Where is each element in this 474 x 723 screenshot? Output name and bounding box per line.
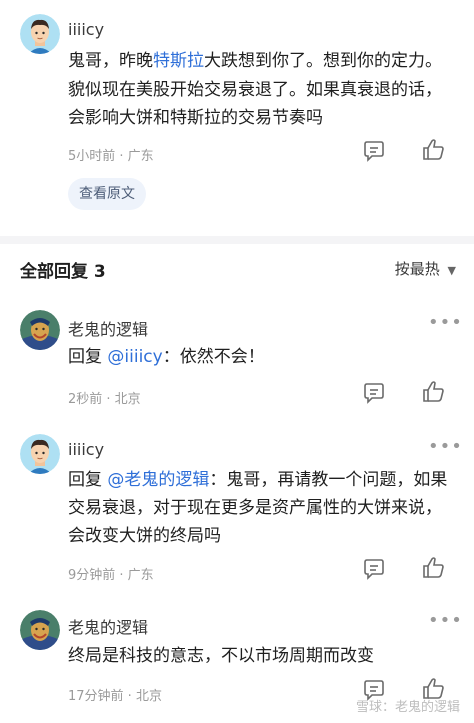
comment-author[interactable]: iiiicy [68,440,104,459]
mention-link[interactable]: @老鬼的逻辑 [107,470,209,490]
user-avatar-icon [20,310,60,350]
comment-text-line1: 回复 @老鬼的逻辑：鬼哥，再请教一个问题，如果 [68,466,447,494]
avatar[interactable] [20,310,60,350]
replies-title: 全部回复 3 [20,262,106,282]
more-options-icon[interactable]: ••• [428,436,463,457]
post-meta: 5小时前 · 广东 [68,149,154,164]
comment-body: 终局是科技的意志，不以市场周期而改变 [68,646,374,666]
post-text-line2: 貌似现在美股开始交易衰退了。如果真衰退的话， [68,80,442,100]
post-text-after: 大跌想到你了。想到你的定力。 [204,51,442,71]
comment-body: ：鬼哥，再请教一个问题，如果 [209,470,448,490]
mention-link[interactable]: @iiiicy [107,347,162,367]
comment-author[interactable]: 老鬼的逻辑 [68,316,148,340]
user-avatar-icon [20,610,60,650]
avatar[interactable] [20,610,60,650]
comment-icon[interactable] [362,382,386,406]
comment-icon[interactable] [362,140,386,164]
stock-link-tesla[interactable]: 特斯拉 [153,51,204,71]
avatar[interactable] [20,434,60,474]
view-original-button[interactable]: 查看原文 [68,178,146,210]
watermark: 雪球：老鬼的逻辑 [355,700,460,715]
more-options-icon[interactable]: ••• [428,312,463,333]
user-avatar-icon [20,14,60,54]
more-options-icon[interactable]: ••• [428,610,463,631]
like-icon[interactable] [422,556,446,580]
post-text-line3: 会影响大饼和特斯拉的交易节奏吗 [68,108,323,128]
post-author[interactable]: iiiicy [68,20,104,39]
like-icon[interactable] [422,138,446,162]
comment-body: ：依然不会！ [162,347,265,367]
user-avatar-icon [20,434,60,474]
comment-meta: 9分钟前 · 广东 [68,568,154,583]
reply-prefix: 回复 [68,347,108,367]
post-text-before: 鬼哥，昨晚 [68,51,153,71]
section-divider [0,236,474,244]
like-icon[interactable] [422,380,446,404]
comment-text: 回复 @iiiicy：依然不会！ [68,343,265,371]
comment-meta: 2秒前 · 北京 [68,392,141,407]
post-text-line1: 鬼哥，昨晚特斯拉大跌想到你了。想到你的定力。 [68,47,442,75]
reply-prefix: 回复 [68,470,108,490]
sort-label: 按最热 [394,260,440,278]
comment-text-line3: 会改变大饼的终局吗 [68,526,221,546]
comment-author[interactable]: 老鬼的逻辑 [68,614,148,638]
avatar[interactable] [20,14,60,54]
comment-text-line2: 交易衰退，对于现在更多是资产属性的大饼来说， [68,498,442,518]
chevron-down-icon: ▼ [447,264,456,277]
comment-icon[interactable] [362,558,386,582]
sort-dropdown[interactable]: 按最热 ▼ [395,258,456,279]
comment-meta: 17分钟前 · 北京 [68,689,162,704]
